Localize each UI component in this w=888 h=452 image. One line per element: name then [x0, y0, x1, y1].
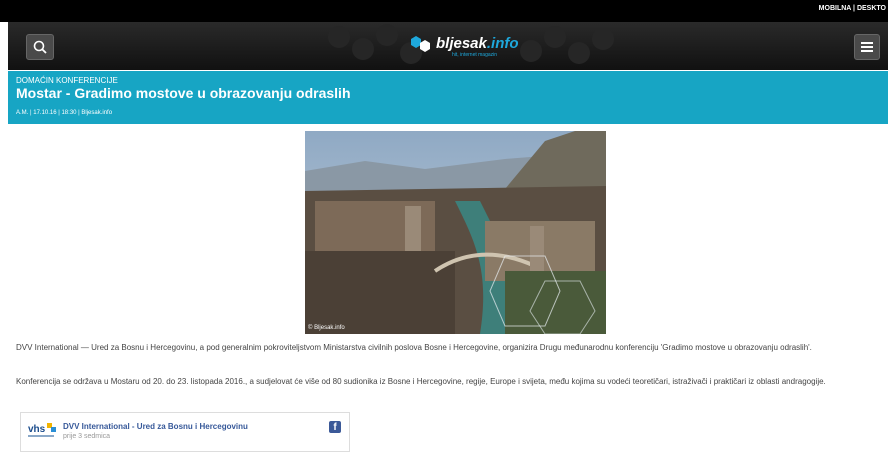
photo-credit: © Bljesak.info [308, 325, 345, 331]
desktop-link[interactable]: DESKTO [857, 5, 886, 12]
facebook-icon[interactable]: f [329, 421, 341, 433]
hexagon-pattern [592, 28, 614, 50]
hexagon-pattern [352, 38, 374, 60]
logo-tagline: hit, internet magazin [452, 52, 498, 58]
article-meta: A.M. | 17.10.16 | 18:30 | Bljesak.info [16, 110, 113, 116]
search-button[interactable] [26, 34, 54, 60]
svg-text:vhs: vhs [28, 424, 46, 435]
article-photo[interactable]: © Bljesak.info [305, 131, 606, 334]
top-bar: MOBILNA | DESKTO [0, 0, 888, 22]
hamburger-menu-icon [861, 42, 873, 44]
article-kicker: DOMAĆIN KONFERENCIJE [16, 76, 118, 85]
site-logo[interactable]: bljesak.info hit, internet magazin [410, 33, 520, 61]
site-header: bljesak.info hit, internet magazin [8, 22, 888, 70]
article-title: Mostar - Gradimo mostove u obrazovanju o… [16, 85, 351, 101]
article-header: DOMAĆIN KONFERENCIJE Mostar - Gradimo mo… [8, 71, 888, 124]
separator: | [853, 5, 855, 12]
article-paragraph: DVV International — Ured za Bosnu i Herc… [16, 343, 812, 352]
facebook-embed[interactable]: vhs DVV International - Ured za Bosnu i … [20, 412, 350, 452]
hexagon-pattern [544, 26, 566, 48]
hamburger-line [861, 50, 873, 52]
hexagon-pattern [568, 42, 590, 64]
hexagon-pattern [520, 40, 542, 62]
logo-hexagon-icon [411, 36, 430, 52]
mostar-bridge-image [305, 131, 606, 334]
menu-button[interactable] [854, 34, 880, 60]
hamburger-line [861, 46, 873, 48]
vhs-logo-icon: vhs [28, 423, 56, 437]
version-switcher: MOBILNA | DESKTO [819, 5, 886, 12]
facebook-page-name[interactable]: DVV International - Ured za Bosnu i Herc… [63, 422, 248, 431]
hexagon-pattern [376, 24, 398, 46]
facebook-post-time: prije 3 sedmica [63, 433, 111, 440]
article-paragraph: Konferencija se održava u Mostaru od 20.… [16, 377, 826, 386]
logo-text: bljesak.info [436, 35, 519, 52]
search-icon [33, 40, 47, 54]
mobile-link[interactable]: MOBILNA [819, 5, 851, 12]
hexagon-pattern [328, 26, 350, 48]
